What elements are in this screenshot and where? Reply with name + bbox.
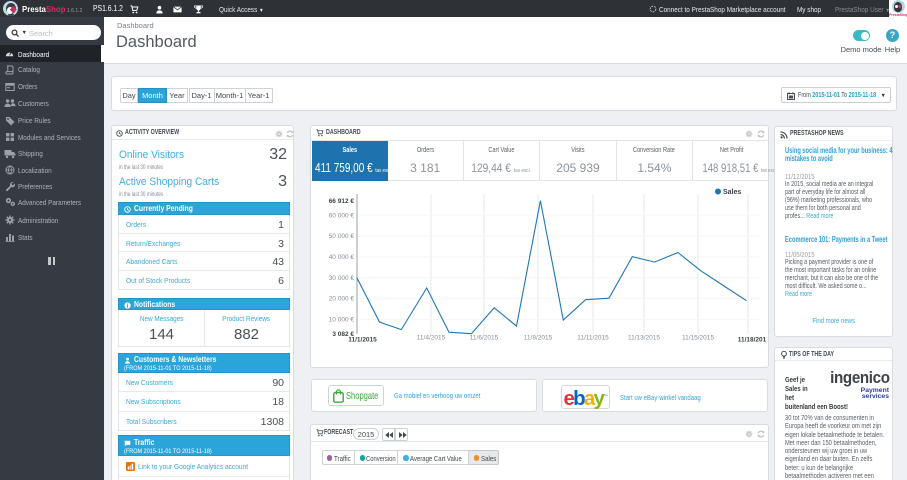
svg-text:20 000 €: 20 000 € <box>329 296 355 303</box>
svg-text:30 000 €: 30 000 € <box>329 275 355 282</box>
svg-text:50 000 €: 50 000 € <box>329 233 355 240</box>
svg-text:11/13/2015: 11/13/2015 <box>628 335 660 342</box>
svg-text:11/15/2015: 11/15/2015 <box>682 335 714 342</box>
svg-text:11/18/201: 11/18/201 <box>738 337 767 344</box>
svg-text:11/8/2015: 11/8/2015 <box>524 335 553 342</box>
svg-text:66 912 €: 66 912 € <box>329 198 355 205</box>
svg-text:40 000 €: 40 000 € <box>329 254 355 261</box>
svg-text:11/11/2015: 11/11/2015 <box>577 335 609 342</box>
svg-text:10 000 €: 10 000 € <box>329 317 355 324</box>
svg-text:11/1/2015: 11/1/2015 <box>348 337 377 344</box>
svg-text:Sales: Sales <box>723 189 741 196</box>
svg-text:11/6/2015: 11/6/2015 <box>470 335 499 342</box>
svg-text:11/4/2015: 11/4/2015 <box>417 335 446 342</box>
svg-text:60 000 €: 60 000 € <box>329 212 355 219</box>
